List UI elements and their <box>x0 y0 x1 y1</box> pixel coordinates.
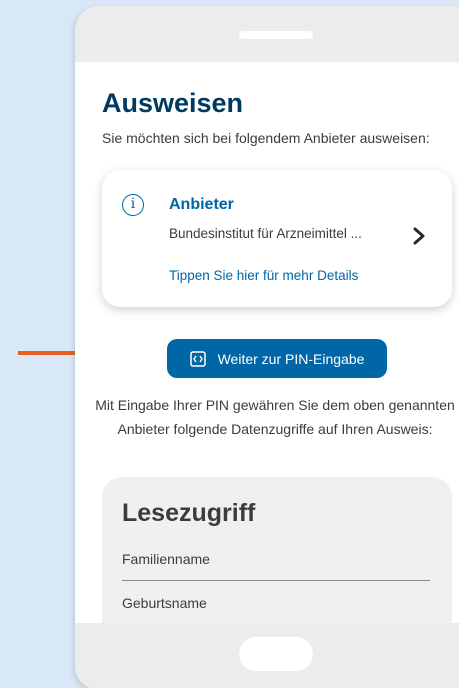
phone-speaker <box>239 31 313 39</box>
read-access-item: Familienname <box>122 551 210 567</box>
info-text: Mit Eingabe Ihrer PIN gewähren Sie dem o… <box>95 397 455 437</box>
page-subtitle: Sie möchten sich bei folgendem Anbieter … <box>102 130 430 146</box>
provider-card[interactable]: i Anbieter Bundesinstitut für Arzneimitt… <box>102 170 452 307</box>
read-access-title: Lesezugriff <box>122 499 256 527</box>
page-title: Ausweisen <box>102 88 244 118</box>
read-access-card: Lesezugriff Familienname Geburtsname <box>102 477 452 623</box>
phone-home-button[interactable] <box>239 637 313 671</box>
info-icon: i <box>122 194 144 216</box>
read-access-item: Geburtsname <box>122 595 207 611</box>
phone-screen: Ausweisen Sie möchten sich bei folgendem… <box>75 62 459 623</box>
provider-details-link[interactable]: Tippen Sie hier für mehr Details <box>169 268 358 283</box>
chevron-right-icon[interactable] <box>409 226 429 246</box>
continue-pin-label: Weiter zur PIN-Eingabe <box>217 350 365 367</box>
continue-pin-button[interactable]: Weiter zur PIN-Eingabe <box>167 339 387 378</box>
provider-label: Anbieter <box>169 196 234 213</box>
pin-entry-icon <box>189 350 206 367</box>
phone-frame: Ausweisen Sie möchten sich bei folgendem… <box>75 6 459 688</box>
divider <box>122 580 430 581</box>
provider-name: Bundesinstitut für Arzneimittel ... <box>169 226 362 241</box>
